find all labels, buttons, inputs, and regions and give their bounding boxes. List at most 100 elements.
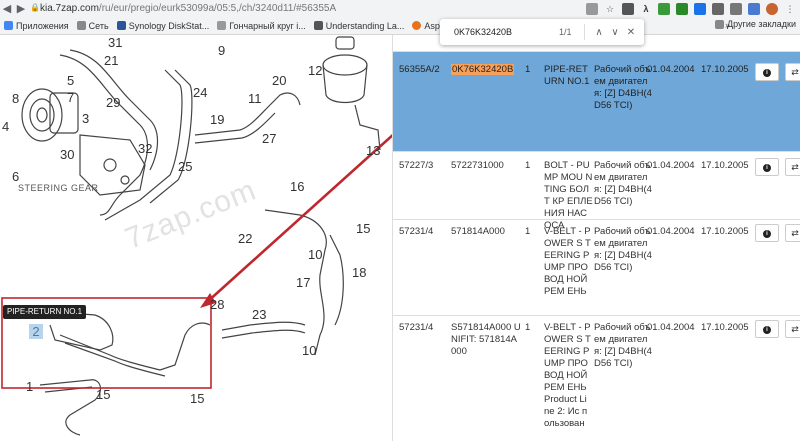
cell-code: 56355A/2 (399, 64, 440, 75)
replace-button[interactable]: ⇄ (785, 158, 800, 176)
page-icon[interactable] (586, 2, 598, 15)
info-button[interactable]: i (755, 224, 779, 242)
bookmark-understanding[interactable]: Understanding La... (310, 21, 409, 31)
cell-name: V-BELT - POWER S TEERING PUMP ПРОВОД НОЙ… (544, 226, 591, 297)
callout-21: 21 (104, 53, 118, 68)
avatar[interactable] (766, 2, 778, 15)
swap-icon: ⇄ (791, 162, 799, 172)
callout-5: 5 (67, 73, 74, 88)
green-extension-icon[interactable] (658, 2, 670, 15)
cell-from: 01.04.2004 (647, 226, 695, 237)
bookmark-label: Synology DiskStat... (128, 20, 210, 31)
page-icon (217, 21, 227, 30)
lock-icon[interactable]: 🔒 (30, 3, 40, 12)
camera-extension-icon[interactable] (730, 2, 742, 15)
callout-28: 28 (210, 297, 224, 312)
cell-qty: 1 (525, 322, 531, 333)
cell-from: 01.04.2004 (647, 160, 695, 171)
cell-number: 571814A000 (451, 226, 505, 237)
bookmark-network[interactable]: Сеть (73, 21, 113, 31)
aspire-icon (412, 21, 422, 30)
swap-icon: ⇄ (791, 324, 799, 334)
address-bar: ◀ ▶ 🔒 kia.7zap.com/ru/eur/pregio/eurk530… (0, 0, 800, 17)
cell-qty: 1 (525, 160, 531, 171)
extension-toolbar: ☆ λ ⋮ (586, 1, 796, 16)
find-bar: 0K76K32420B 1/1 ∧ ∨ ✕ (440, 19, 644, 45)
callout-32: 32 (138, 141, 152, 156)
back-icon[interactable]: ◀ (0, 0, 14, 17)
cell-to: 17.10.2005 (701, 322, 749, 333)
other-bookmarks[interactable]: Другие закладки (715, 19, 796, 29)
apps-icon (4, 21, 13, 30)
url-field[interactable]: kia.7zap.com/ru/eur/pregio/eurk53099a/05… (40, 1, 336, 16)
info-icon: i (763, 68, 771, 77)
cell-qty: 1 (525, 64, 531, 75)
callout-12: 12 (308, 63, 322, 78)
find-close-icon[interactable]: ✕ (623, 27, 639, 38)
callout-24: 24 (193, 85, 207, 100)
callout-15-bottom: 15 (190, 391, 204, 406)
diagram-drawing: 31 21 5 7 8 24 4 29 3 30 32 6 9 19 20 11… (1, 35, 392, 436)
replace-button[interactable]: ⇄ (785, 63, 800, 81)
puzzle-extension-icon[interactable] (748, 2, 760, 15)
info-icon: i (763, 325, 771, 334)
cell-to: 17.10.2005 (701, 226, 749, 237)
table-row[interactable]: 56355A/2 0K76K32420B 1 PIPE-RET URN NO.1… (393, 51, 800, 151)
cell-qty: 1 (525, 226, 531, 237)
shield-extension-icon[interactable] (694, 2, 706, 15)
folder-icon (715, 19, 725, 29)
callout-1: 1 (26, 379, 33, 394)
callout-15-mid: 15 (96, 387, 110, 402)
info-icon: i (763, 229, 771, 238)
star-icon[interactable]: ☆ (604, 3, 616, 15)
parts-table: 56355A/2 0K76K32420B 1 PIPE-RET URN NO.1… (392, 35, 800, 441)
cell-to: 17.10.2005 (701, 64, 749, 75)
zm-icon (313, 21, 323, 30)
table-row[interactable]: 57231/4 571814A000 1 V-BELT - POWER S TE… (393, 219, 800, 315)
swap-icon: ⇄ (791, 228, 799, 238)
find-previous-icon[interactable]: ∧ (591, 27, 607, 38)
grid-extension-icon[interactable] (676, 2, 688, 15)
lambda-icon[interactable]: λ (640, 3, 652, 15)
callout-11-left: 11 (248, 91, 262, 106)
info-button[interactable]: i (755, 320, 779, 338)
synology-icon (116, 21, 126, 30)
bookmark-synology[interactable]: Synology DiskStat... (113, 21, 214, 31)
forward-icon[interactable]: ▶ (14, 0, 28, 17)
cell-name: PIPE-RET URN NO.1 (544, 64, 590, 87)
cell-name: V-BELT - POWER S TEERING PUMP ПРОВОД НОЙ… (544, 322, 591, 429)
replace-button[interactable]: ⇄ (785, 320, 800, 338)
bookmark-label: Приложения (16, 20, 69, 31)
cell-number: S571814A000 UNIFIT: 571814A000 (451, 322, 521, 357)
cell-desc: Рабочий объем двигателя: [Z] D4BH(4D56 T… (594, 64, 652, 111)
cell-to: 17.10.2005 (701, 160, 749, 171)
callout-19: 19 (210, 112, 224, 127)
callout-25: 25 (178, 159, 192, 174)
menu-icon[interactable]: ⋮ (784, 3, 796, 15)
info-button[interactable]: i (755, 63, 779, 81)
info-button[interactable]: i (755, 158, 779, 176)
callout-10-upper: 10 (308, 247, 322, 262)
replace-button[interactable]: ⇄ (785, 224, 800, 242)
highlighted-callout[interactable]: 2 (29, 324, 43, 339)
cell-number: 5722731000 (451, 160, 504, 171)
cell-desc: Рабочий объем двигателя: [Z] D4BH(4D56 T… (594, 322, 652, 369)
callout-22: 22 (238, 231, 252, 246)
callout-7: 7 (67, 90, 74, 105)
folder-icon (76, 21, 86, 30)
find-input[interactable]: 0K76K32420B (454, 27, 559, 37)
callout-29: 29 (106, 95, 120, 110)
find-next-icon[interactable]: ∨ (607, 27, 623, 38)
hose-24b (149, 69, 193, 204)
callout-13: 13 (366, 143, 380, 158)
steering-gear-label: STEERING GEAR (18, 183, 99, 193)
table-row[interactable]: 57231/4 S571814A000 UNIFIT: 571814A000 1… (393, 315, 800, 441)
cell-code: 57227/3 (399, 160, 434, 171)
bookmark-pottery[interactable]: Гончарный круг i... (213, 21, 310, 31)
extension-icon[interactable] (622, 2, 634, 15)
parts-diagram: 31 21 5 7 8 24 4 29 3 30 32 6 9 19 20 11… (0, 35, 392, 441)
part-tooltip: PIPE-RETURN NO.1 (3, 305, 87, 319)
bookmark-apps[interactable]: Приложения (0, 21, 73, 31)
box-extension-icon[interactable] (712, 2, 724, 15)
callout-30: 30 (60, 147, 74, 162)
